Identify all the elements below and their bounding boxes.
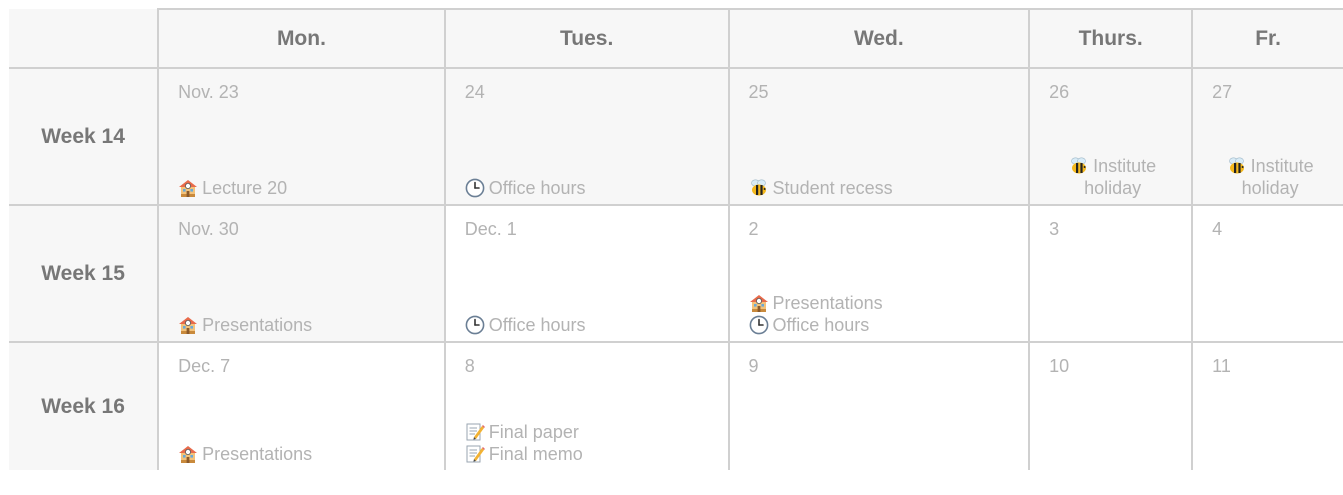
event-label: Institute holiday [1084, 156, 1157, 198]
event-list: Office hours [465, 177, 720, 199]
day-cell-thurs[interactable]: 3 [1028, 204, 1194, 343]
event-list: Student recess [749, 177, 1021, 199]
event-list: Institute holiday [1207, 155, 1333, 199]
calendar-table: Mon. Tues. Wed. Thurs. Fr. Week 14 Nov. 2… [9, 8, 1343, 470]
day-header-mon: Mon. [157, 8, 446, 69]
event-item[interactable]: Student recess [749, 177, 1021, 199]
event-list: Institute holiday [1044, 155, 1181, 199]
event-item[interactable]: Office hours [465, 177, 720, 199]
date-label: 25 [748, 82, 769, 102]
day-header-wed: Wed. [727, 8, 1031, 69]
event-label: Student recess [772, 178, 893, 198]
event-list: Office hours [465, 314, 720, 336]
event-item[interactable]: Presentations [749, 292, 1021, 314]
event-list: Presentations Office hours [749, 292, 1021, 336]
date-label: Dec. 1 [464, 219, 517, 239]
day-header-tues: Tues. [443, 8, 730, 69]
bee-icon [749, 178, 769, 198]
date-label: 24 [464, 82, 485, 102]
week-row: Week 16 Dec. 7 Presentations 8 Final paper Fi… [9, 341, 1343, 470]
week-row: Week 14 Nov. 23 Lecture 20 24 Office hours 25… [9, 67, 1343, 206]
event-label: Institute holiday [1241, 156, 1314, 198]
event-item[interactable]: Office hours [749, 314, 1021, 336]
date-label: 4 [1212, 219, 1223, 239]
day-cell-tues[interactable]: 8 Final paper Final memo [443, 341, 730, 470]
day-cell-wed[interactable]: 25 Student recess [727, 67, 1031, 206]
week-label: Week 15 [9, 204, 160, 343]
day-cell-mon[interactable]: Dec. 7 Presentations [157, 341, 446, 470]
day-cell-fri[interactable]: 27 Institute holiday [1191, 67, 1343, 206]
bee-icon [1227, 156, 1247, 176]
day-cell-fri[interactable]: 4 [1191, 204, 1343, 343]
school-icon [178, 444, 198, 464]
event-item[interactable]: Institute holiday [1044, 155, 1181, 199]
event-list: Presentations [178, 314, 436, 336]
day-header-fri: Fr. [1191, 8, 1343, 69]
day-cell-wed[interactable]: 9 [727, 341, 1031, 470]
event-label: Office hours [488, 178, 586, 198]
event-item[interactable]: Presentations [178, 443, 436, 465]
event-label: Office hours [772, 315, 870, 335]
date-label: 9 [748, 356, 759, 376]
corner-cell [9, 9, 160, 69]
school-icon [178, 315, 198, 335]
week-label: Week 14 [9, 67, 160, 206]
school-icon [178, 178, 198, 198]
day-cell-thurs[interactable]: 26 Institute holiday [1028, 67, 1194, 206]
event-label: Presentations [202, 315, 313, 335]
event-label: Final paper [488, 422, 579, 442]
date-label: 10 [1049, 356, 1070, 376]
date-label: 11 [1212, 356, 1231, 376]
date-label: 2 [748, 219, 759, 239]
day-cell-thurs[interactable]: 10 [1028, 341, 1194, 470]
event-label: Presentations [772, 293, 883, 313]
date-label: 27 [1212, 82, 1233, 102]
memo-icon [465, 444, 485, 464]
day-cell-mon[interactable]: Nov. 23 Lecture 20 [157, 67, 446, 206]
clock-icon [749, 315, 769, 335]
memo-icon [465, 422, 485, 442]
date-label: Dec. 7 [178, 356, 231, 376]
day-cell-mon[interactable]: Nov. 30 Presentations [157, 204, 446, 343]
date-label: Nov. 30 [178, 219, 239, 239]
event-list: Presentations [178, 443, 436, 465]
event-label: Office hours [488, 315, 586, 335]
event-label: Lecture 20 [202, 178, 288, 198]
event-item[interactable]: Office hours [465, 314, 720, 336]
date-label: 8 [464, 356, 475, 376]
event-item[interactable]: Institute holiday [1207, 155, 1333, 199]
event-item[interactable]: Lecture 20 [178, 177, 436, 199]
clock-icon [465, 315, 485, 335]
event-list: Final paper Final memo [465, 421, 720, 465]
day-cell-tues[interactable]: 24 Office hours [443, 67, 730, 206]
event-label: Final memo [488, 444, 583, 464]
date-label: 26 [1049, 82, 1070, 102]
school-icon [749, 293, 769, 313]
day-cell-fri[interactable]: 11 [1191, 341, 1343, 470]
bee-icon [1069, 156, 1089, 176]
event-item[interactable]: Presentations [178, 314, 436, 336]
date-label: Nov. 23 [178, 82, 239, 102]
clock-icon [465, 178, 485, 198]
event-item[interactable]: Final memo [465, 443, 720, 465]
week-label: Week 16 [9, 341, 160, 470]
header-row: Mon. Tues. Wed. Thurs. Fr. [9, 8, 1343, 69]
event-item[interactable]: Final paper [465, 421, 720, 443]
date-label: 3 [1049, 219, 1060, 239]
day-cell-tues[interactable]: Dec. 1 Office hours [443, 204, 730, 343]
week-row: Week 15 Nov. 30 Presentations Dec. 1 Office … [9, 204, 1343, 343]
event-list: Lecture 20 [178, 177, 436, 199]
day-cell-wed[interactable]: 2 Presentations Office hours [727, 204, 1031, 343]
day-header-thurs: Thurs. [1028, 8, 1194, 69]
event-label: Presentations [202, 444, 313, 464]
